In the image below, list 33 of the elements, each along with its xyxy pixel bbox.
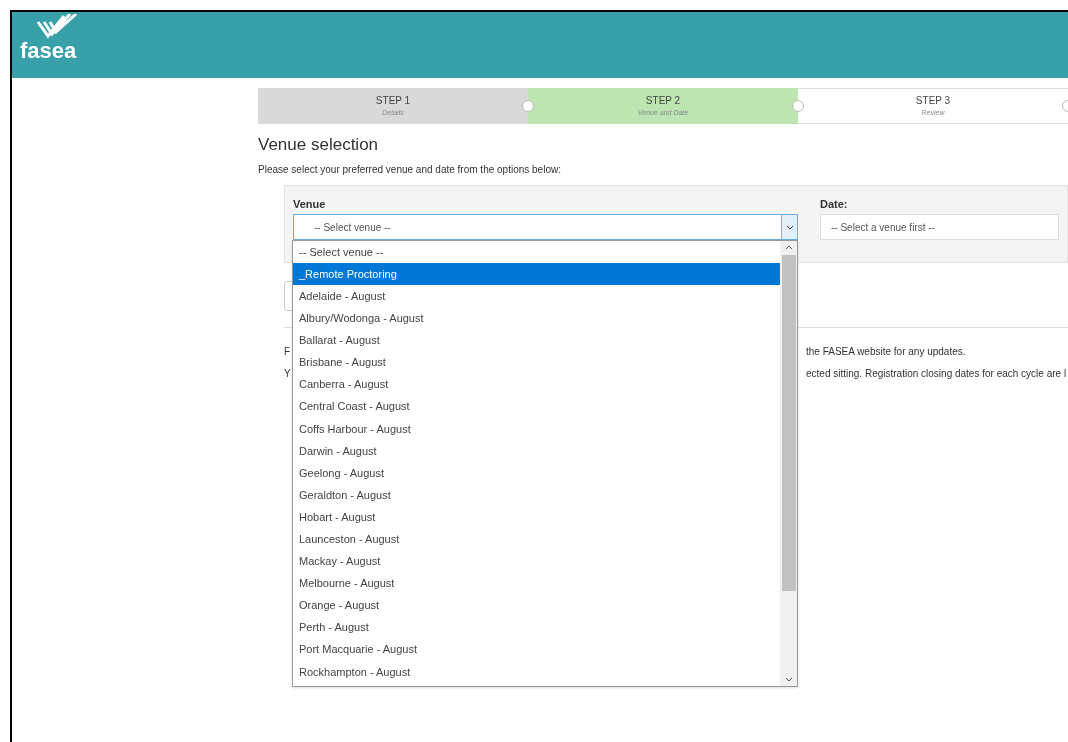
- field-label: Date:: [820, 197, 849, 212]
- scrollbar-thumb[interactable]: [781, 255, 796, 591]
- dropdown-option[interactable]: Geraldton - August: [293, 484, 780, 507]
- dropdown-option[interactable]: Mackay - August: [293, 550, 780, 573]
- dropdown-option[interactable]: Adelaide - August: [293, 285, 780, 308]
- dropdown-option[interactable]: Darwin - August: [293, 439, 780, 462]
- dropdown-option[interactable]: Perth - August: [293, 616, 780, 639]
- dropdown-option[interactable]: Canberra - August: [293, 373, 780, 396]
- instruction-text: Please select your preferred venue and date from the options below:: [258, 163, 562, 177]
- dropdown-option[interactable]: Melbourne - August: [293, 572, 780, 595]
- note-text: ected sitting. Registration closing dates for each cycle are l: [806, 366, 1067, 381]
- dropdown-option[interactable]: Albury/Wodonga - August: [293, 307, 780, 330]
- dropdown-option[interactable]: -- Select venue --: [293, 241, 780, 264]
- dropdown-option[interactable]: Hobart - August: [293, 506, 780, 529]
- logo-text: fasea: [20, 40, 78, 62]
- note-text: the FASEA website for any updates.: [806, 344, 966, 359]
- venue-select[interactable]: -- Select venue --: [293, 214, 798, 240]
- dropdown-option[interactable]: Rockhampton - August: [293, 660, 780, 683]
- note-text: F: [284, 344, 292, 359]
- dropdown-option[interactable]: Ballarat - August: [293, 329, 780, 352]
- dropdown-option[interactable]: Brisbane - August: [293, 351, 780, 374]
- date-select[interactable]: -- Select a venue first --: [820, 214, 1059, 240]
- dropdown-option[interactable]: Orange - August: [293, 594, 780, 617]
- dropdown-option[interactable]: Geelong - August: [293, 461, 780, 485]
- dropdown-option[interactable]: Coffs Harbour - August: [293, 417, 780, 440]
- scrollbar[interactable]: [780, 241, 797, 686]
- dropdown-option[interactable]: Launceston - August: [293, 528, 780, 551]
- dropdown-option[interactable]: Port Macquarie - August: [293, 638, 780, 661]
- dropdown-option[interactable]: _Remote Proctoring: [293, 263, 780, 286]
- note-text: Y: [284, 366, 292, 381]
- field-label: Venue: [293, 197, 327, 212]
- section-heading: Venue selection: [258, 134, 380, 156]
- dropdown-option[interactable]: Central Coast - August: [293, 395, 780, 418]
